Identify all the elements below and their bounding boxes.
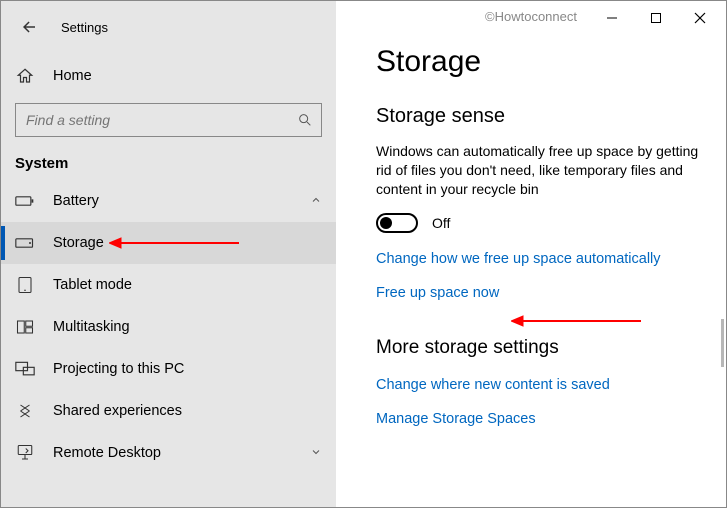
toggle-knob [380, 217, 392, 229]
sidebar-item-label: Shared experiences [53, 403, 182, 419]
page-title: Storage [376, 45, 726, 79]
tablet-icon [15, 275, 35, 295]
remote-desktop-icon [15, 443, 35, 463]
sidebar-header: Settings [1, 7, 336, 41]
sidebar-item-label: Battery [53, 193, 99, 209]
nav-home-label: Home [53, 68, 92, 84]
toggle-state-label: Off [432, 215, 450, 231]
sidebar-item-label: Multitasking [53, 319, 130, 335]
back-arrow-icon [20, 18, 38, 36]
minimize-icon [606, 12, 618, 24]
sidebar-item-multitasking[interactable]: Multitasking [1, 306, 336, 348]
back-button[interactable] [15, 13, 43, 41]
home-icon [15, 66, 35, 86]
maximize-icon [650, 12, 662, 24]
sidebar-item-storage[interactable]: Storage [1, 222, 336, 264]
annotation-arrow-freeup [511, 313, 641, 329]
storage-sense-toggle[interactable] [376, 213, 418, 233]
titlebar [376, 1, 726, 35]
sidebar-item-label: Remote Desktop [53, 445, 161, 461]
sidebar-item-battery[interactable]: Battery [1, 180, 336, 222]
link-manage-storage-spaces[interactable]: Manage Storage Spaces [376, 411, 536, 427]
battery-icon [15, 191, 35, 211]
chevron-down-icon [310, 445, 322, 461]
sidebar-item-projecting[interactable]: Projecting to this PC [1, 348, 336, 390]
storage-sense-heading: Storage sense [376, 105, 726, 128]
storage-sense-toggle-row: Off [376, 213, 726, 233]
nav-home[interactable]: Home [1, 55, 336, 97]
close-button[interactable] [678, 3, 722, 33]
chevron-up-icon [310, 193, 322, 209]
sidebar-item-label: Storage [53, 235, 104, 251]
sidebar-item-label: Tablet mode [53, 277, 132, 293]
projecting-icon [15, 359, 35, 379]
settings-window: Settings Home System Battery [0, 0, 727, 508]
link-change-save-location[interactable]: Change where new content is saved [376, 377, 610, 393]
link-free-up-now[interactable]: Free up space now [376, 285, 499, 301]
maximize-button[interactable] [634, 3, 678, 33]
storage-icon [15, 233, 35, 253]
multitasking-icon [15, 317, 35, 337]
link-change-auto-free[interactable]: Change how we free up space automaticall… [376, 251, 661, 267]
search-box[interactable] [15, 103, 322, 137]
app-title: Settings [61, 20, 108, 35]
sidebar-item-remote-desktop[interactable]: Remote Desktop [1, 432, 336, 474]
sidebar-item-label: Projecting to this PC [53, 361, 184, 377]
search-wrap [1, 97, 336, 149]
more-settings-heading: More storage settings [376, 337, 726, 359]
minimize-button[interactable] [590, 3, 634, 33]
sidebar-item-shared-experiences[interactable]: Shared experiences [1, 390, 336, 432]
content-pane: ©Howtoconnect Storage Storage sense Wind… [336, 1, 726, 507]
storage-sense-description: Windows can automatically free up space … [376, 142, 706, 199]
sidebar-section-heading: System [1, 149, 336, 180]
search-input[interactable] [26, 112, 297, 128]
close-icon [694, 12, 706, 24]
sidebar-list: Battery Storage Tablet mode [1, 180, 336, 507]
scrollbar-thumb[interactable] [721, 319, 724, 367]
sidebar-item-tablet-mode[interactable]: Tablet mode [1, 264, 336, 306]
sidebar: Settings Home System Battery [1, 1, 336, 507]
shared-icon [15, 401, 35, 421]
search-icon [297, 112, 313, 128]
